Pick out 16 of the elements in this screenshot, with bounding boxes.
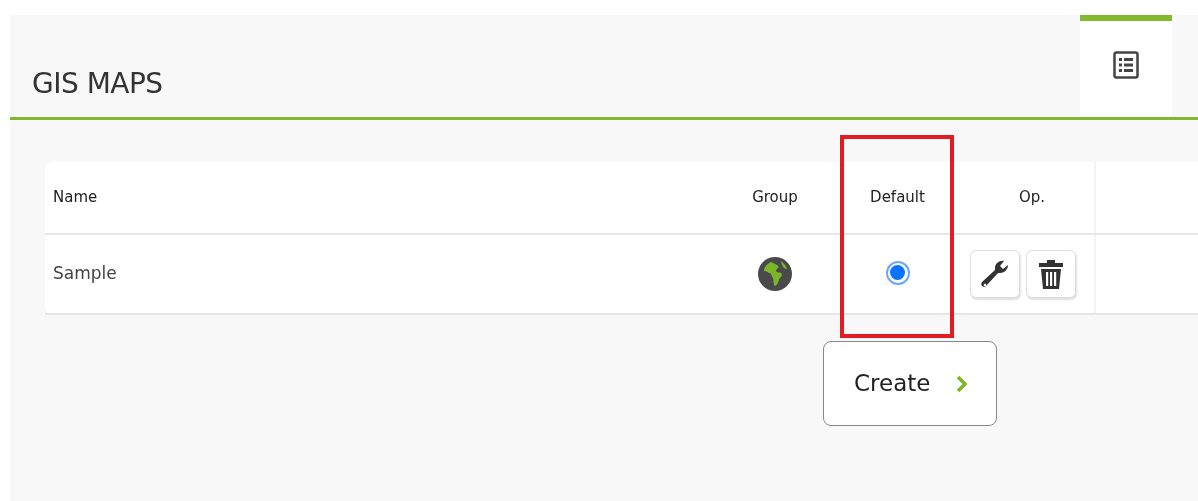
globe-icon — [757, 256, 793, 292]
create-button[interactable]: Create — [823, 341, 997, 426]
default-radio[interactable] — [885, 260, 910, 285]
page-title: GIS MAPS — [32, 67, 163, 101]
trash-icon — [1038, 258, 1064, 290]
list-icon — [1113, 51, 1139, 79]
column-header: Group — [752, 188, 798, 207]
column-header: Default — [870, 188, 925, 207]
chevron-right-icon — [956, 374, 969, 393]
view-tab[interactable] — [1080, 15, 1172, 117]
column-header: Op. — [1018, 188, 1046, 207]
wrench-icon — [979, 258, 1011, 290]
map-name: Sample — [53, 263, 117, 284]
delete-button[interactable] — [1026, 250, 1076, 298]
edit-button[interactable] — [970, 250, 1020, 298]
column-header: Name — [53, 188, 98, 207]
